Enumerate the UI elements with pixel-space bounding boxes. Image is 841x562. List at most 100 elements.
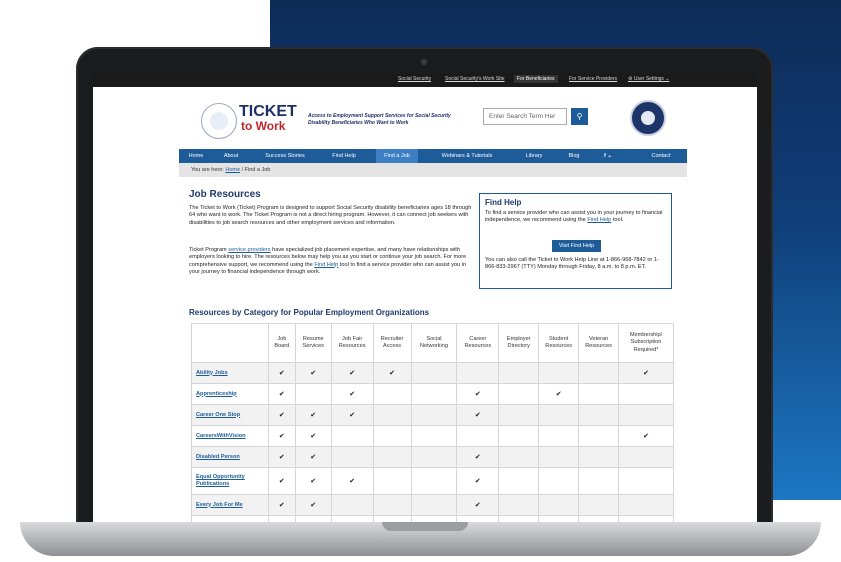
table-cell: ✔ [330,383,374,405]
nav-find-a-job[interactable]: Find a Job [376,149,418,163]
table-cell [578,425,620,447]
table-cell [578,446,620,468]
table-cell: ✔ [456,467,500,495]
util-link-work-site[interactable]: Social Security's Work Site [445,76,505,82]
breadcrumb-current: Find a Job [244,167,271,173]
organization-link[interactable]: Disabled Person [191,446,269,468]
find-help-link[interactable]: Find Help [314,262,338,268]
nav-blog[interactable]: Blog [561,149,587,163]
organization-link[interactable]: Apprenticeship [191,383,269,405]
nav-webinars-tutorials[interactable]: Webinars & Tutorials [431,149,503,163]
utility-bar: Social Security Social Security's Work S… [93,73,757,87]
util-link-social-security[interactable]: Social Security [398,76,431,82]
checkmark-icon: ✔ [643,370,649,377]
table-cell [410,383,458,405]
table-row: Career One Stop ✔ ✔ ✔ ✔ [191,404,674,426]
search-button[interactable]: ⚲ [571,108,588,125]
table-cell: ✔ [456,404,500,426]
checkmark-icon: ✔ [555,391,562,398]
checkmark-icon: ✔ [310,370,317,377]
table-cell [618,467,674,495]
table-row: Ability Jobs ✔ ✔ ✔ ✔ ✔ [191,362,674,384]
table-cell [618,446,674,468]
organization-link[interactable]: Equal Opportunity Publications [191,467,269,495]
checkmark-icon: ✔ [278,478,285,485]
column-header: Student Resources [538,323,580,363]
checkmark-icon: ✔ [349,391,356,398]
nav-home[interactable]: Home [179,149,213,163]
table-cell [578,383,620,405]
util-link-for-service-providers[interactable]: For Service Providers [569,76,617,82]
table-cell [618,494,674,516]
organization-link[interactable]: Career One Stop [191,404,269,426]
organization-link[interactable]: CareersWithVision [191,425,269,447]
table-cell: ✔ [538,383,580,405]
table-cell [372,467,412,495]
checkmark-icon: ✔ [474,502,481,509]
column-header: Job Board [267,323,296,363]
column-header: Veteran Resources [578,323,620,363]
find-help-tool-link[interactable]: Find Help [587,217,611,223]
ssa-seal-logo[interactable] [630,100,666,136]
checkmark-icon: ✔ [474,478,481,485]
chevron-down-icon: ⌄ [607,153,612,159]
visit-find-help-button[interactable]: Visit Find Help [552,240,601,252]
table-cell [538,425,580,447]
organization-link[interactable]: Every Job For Me [191,494,269,516]
table-cell [330,446,374,468]
util-link-user-settings[interactable]: ⚙ User Settings ⌄ [628,76,669,82]
table-cell [578,404,620,426]
table-cell [618,404,674,426]
search-input[interactable]: Enter Search Term Her [483,108,567,125]
table-cell [410,467,458,495]
nav-contact[interactable]: Contact [641,149,681,163]
help-line-text: You can also call the Ticket to Work Hel… [485,257,659,271]
table-cell [578,467,620,495]
checkmark-icon: ✔ [474,412,481,419]
table-cell [498,494,540,516]
checkmark-icon: ✔ [310,433,317,440]
table-cell: ✔ [618,362,674,384]
table-cell [538,362,580,384]
table-cell: ✔ [456,494,500,516]
intro-paragraph: The Ticket to Work (Ticket) Program is d… [189,205,472,226]
checkmark-icon: ✔ [349,370,356,377]
camera-icon [421,59,427,65]
find-help-text: To find a service provider who can assis… [485,210,663,224]
table-cell [538,494,580,516]
breadcrumb-home-link[interactable]: Home [225,167,240,173]
table-cell: ✔ [267,383,296,405]
nav-find-help[interactable]: Find Help [325,149,363,163]
table-cell [410,362,458,384]
table-cell [498,446,540,468]
table-cell [498,383,540,405]
table-cell [578,362,620,384]
column-header: Social Networking [410,323,458,363]
table-row: CareersWithVision ✔ ✔ ✔ [191,425,674,447]
table-cell [618,383,674,405]
table-row: Disabled Person ✔ ✔ ✔ [191,446,674,468]
breadcrumb-separator: / [241,167,244,173]
column-header: Recruiter Access [372,323,412,363]
checkmark-icon: ✔ [389,370,395,377]
table-cell: ✔ [372,362,412,384]
nav-success-stories[interactable]: Success Stories [257,149,313,163]
checkmark-icon: ✔ [278,370,285,377]
nav-about[interactable]: About [215,149,247,163]
checkmark-icon: ✔ [310,502,317,509]
table-cell [410,494,458,516]
service-providers-link[interactable]: service providers [228,247,270,253]
laptop-notch [382,522,468,531]
organization-link[interactable]: Ability Jobs [191,362,269,384]
util-link-for-beneficiaries[interactable]: For Beneficiaries [514,75,558,83]
nav-library[interactable]: Library [517,149,551,163]
checkmark-icon: ✔ [474,454,481,461]
table-cell: ✔ [294,467,332,495]
logo-seal-icon [201,103,237,139]
table-cell [456,425,500,447]
laptop-screen: Social Security Social Security's Work S… [93,73,757,528]
providers-paragraph: Ticket Program service providers have sp… [189,247,467,275]
nav-facebook-icon[interactable]: f ⌄ [593,149,623,163]
table-cell: ✔ [294,494,332,516]
checkmark-icon: ✔ [278,502,285,509]
